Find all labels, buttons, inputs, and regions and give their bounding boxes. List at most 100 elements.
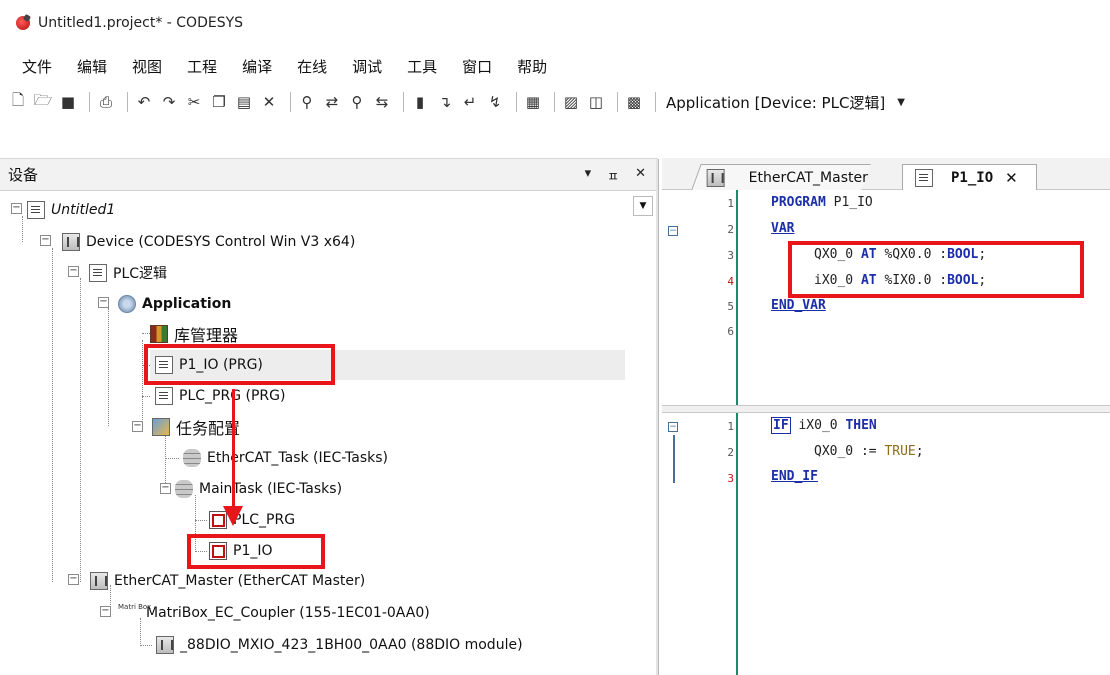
menu-build[interactable]: 编译 (242, 56, 272, 77)
clear-bookmarks-icon[interactable]: ↯ (485, 92, 505, 112)
tree-line (108, 308, 109, 426)
window-list-icon[interactable]: ▦ (523, 92, 543, 112)
tree-node-project[interactable]: Untitled1 (27, 198, 115, 222)
cut-icon[interactable]: ✂ (184, 92, 204, 112)
menu-file[interactable]: 文件 (22, 56, 52, 77)
application-gear-icon (118, 295, 136, 313)
new-project-icon[interactable]: 🗋 (8, 91, 28, 112)
highlight-p1-io-prg (144, 344, 335, 385)
editor-tab-bar: EtherCAT_Master P1_IO ✕ (662, 158, 1110, 190)
collapse-toggle[interactable]: − (40, 235, 51, 246)
line-number: 5 (727, 300, 734, 313)
line-gutter: 1 2 3 − (662, 413, 738, 675)
find-replace-icon[interactable]: ⇄ (322, 92, 342, 112)
menu-online[interactable]: 在线 (297, 56, 327, 77)
devices-panel-title: 设备 (8, 166, 39, 184)
chevron-down-icon[interactable]: ▼ (897, 97, 905, 108)
close-icon[interactable]: ✕ (1005, 169, 1018, 187)
editor-splitter[interactable] (662, 405, 1110, 413)
tree-node-ethercat-master[interactable]: EtherCAT_Master (EtherCAT Master) (90, 569, 365, 593)
save-icon[interactable]: ■ (58, 92, 78, 112)
tree-node-plc-prg[interactable]: PLC_PRG (PRG) (155, 384, 285, 408)
toolbar-separator (617, 92, 618, 112)
line-gutter: 1 2 3 4 5 6 − (662, 190, 738, 405)
undo-icon[interactable]: ↶ (134, 92, 154, 112)
tree-node-label: MatriBox_EC_Coupler (155-1EC01-0AA0) (146, 605, 430, 621)
plc-logic-icon (89, 264, 107, 282)
program-icon (915, 168, 933, 187)
fold-toggle[interactable]: − (668, 226, 678, 236)
open-folder-icon[interactable]: 🗁 (33, 91, 53, 112)
active-application-label[interactable]: Application [Device: PLC逻辑] (666, 92, 885, 113)
collapse-toggle[interactable]: − (160, 483, 171, 494)
tree-node-label: 库管理器 (174, 326, 239, 345)
fold-toggle[interactable]: − (668, 422, 678, 432)
menu-project[interactable]: 工程 (187, 56, 217, 77)
tree-node-device[interactable]: Device (CODESYS Control Win V3 x64) (62, 230, 355, 254)
collapse-toggle[interactable]: − (68, 266, 79, 277)
tree-node-label: Untitled1 (51, 202, 116, 218)
tab-label: EtherCAT_Master (748, 169, 869, 186)
menu-help[interactable]: 帮助 (517, 56, 547, 77)
code-line: VAR (771, 221, 795, 236)
tree-node-label: Device (CODESYS Control Win V3 x64) (86, 234, 356, 250)
redo-icon[interactable]: ↷ (159, 92, 179, 112)
tree-node-application[interactable]: Application (118, 292, 231, 316)
tree-node-main-task[interactable]: MainTask (IEC-Tasks) (175, 477, 342, 501)
paste-icon[interactable]: ▤ (234, 92, 254, 112)
codesys-logo-icon (16, 16, 30, 30)
delete-icon[interactable]: ✕ (259, 92, 279, 112)
menu-debug[interactable]: 调试 (352, 56, 382, 77)
tree-line (52, 248, 53, 582)
tree-node-task-plc-prg[interactable]: PLC_PRG (209, 508, 295, 532)
tree-node-label: Application (142, 296, 232, 312)
task-stack-icon (175, 480, 193, 498)
panel-dropdown-icon[interactable]: ▾ (585, 166, 592, 185)
tree-node-module[interactable]: _88DIO_MXIO_423_1BH00_0AA0 (88DIO module… (156, 633, 523, 657)
code-line: IF iX0_0 THEN (771, 417, 877, 434)
find-next-icon[interactable]: ⚲ (347, 92, 367, 112)
tree-node-ethercat-task[interactable]: EtherCAT_Task (IEC-Tasks) (183, 446, 388, 470)
program-icon (155, 387, 173, 405)
add-object-icon[interactable]: ▨ (561, 92, 581, 112)
tab-ethercat-master[interactable]: EtherCAT_Master (691, 164, 871, 190)
title-bar: Untitled1.project* - CODESYS (0, 0, 1110, 46)
find-previous-icon[interactable]: ⇆ (372, 92, 392, 112)
panel-splitter[interactable] (656, 159, 659, 675)
toolbar-separator (127, 92, 128, 112)
tree-node-task-config[interactable]: 任务配置 (152, 415, 240, 439)
tree-node-plc-logic[interactable]: PLC逻辑 (89, 261, 167, 285)
print-icon[interactable]: ⎙ (96, 92, 116, 112)
tree-node-label: PLC逻辑 (113, 266, 168, 282)
tree-node-coupler[interactable]: Matri Box MatriBox_EC_Coupler (155-1EC01… (118, 601, 430, 625)
collapse-toggle[interactable]: − (100, 606, 111, 617)
tree-line (140, 645, 152, 646)
toolbar-separator (554, 92, 555, 112)
find-icon[interactable]: ⚲ (297, 92, 317, 112)
collapse-toggle[interactable]: − (132, 421, 143, 432)
tree-dropdown-button[interactable]: ▼ (633, 196, 653, 216)
add-folder-icon[interactable]: ◫ (586, 92, 606, 112)
highlight-task-p1-io (187, 534, 325, 569)
matribox-icon: Matri Box (118, 603, 152, 611)
copy-icon[interactable]: ❐ (209, 92, 229, 112)
previous-bookmark-icon[interactable]: ↵ (460, 92, 480, 112)
next-bookmark-icon[interactable]: ↴ (435, 92, 455, 112)
code-line: PROGRAM P1_IO (771, 195, 873, 210)
collapse-toggle[interactable]: − (11, 203, 22, 214)
tree-node-library-manager[interactable]: 库管理器 (150, 322, 238, 346)
tab-p1-io[interactable]: P1_IO ✕ (902, 164, 1037, 190)
collapse-toggle[interactable]: − (98, 297, 109, 308)
implementation-editor[interactable]: 1 2 3 − IF iX0_0 THEN QX0_0 := TRUE; END… (662, 413, 1110, 675)
tree-node-label: EtherCAT_Master (EtherCAT Master) (114, 573, 366, 589)
tree-line (165, 458, 179, 459)
menu-edit[interactable]: 编辑 (77, 56, 107, 77)
device-grid-icon[interactable]: ▩ (624, 92, 644, 112)
pin-icon[interactable]: ㅍ (607, 166, 619, 185)
menu-view[interactable]: 视图 (132, 56, 162, 77)
menu-window[interactable]: 窗口 (462, 56, 492, 77)
menu-tools[interactable]: 工具 (407, 56, 437, 77)
bookmark-icon[interactable]: ▮ (410, 92, 430, 112)
close-icon[interactable]: ✕ (635, 166, 646, 185)
collapse-toggle[interactable]: − (68, 574, 79, 585)
